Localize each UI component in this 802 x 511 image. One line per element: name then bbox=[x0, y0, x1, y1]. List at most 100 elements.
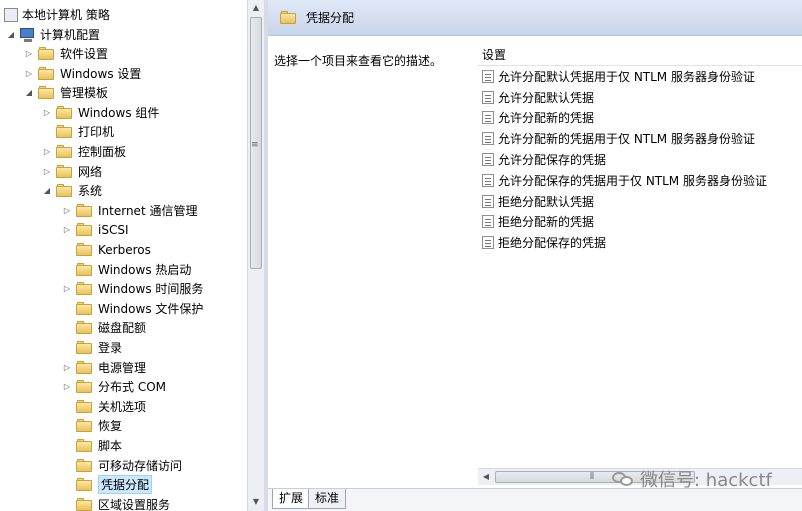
setting-item[interactable]: 允许分配默认凭据 bbox=[478, 87, 802, 108]
scroll-up-arrow-icon[interactable]: ▲ bbox=[248, 0, 264, 16]
tree-item[interactable]: 可移动存储访问 bbox=[62, 456, 182, 475]
scroll-down-arrow-icon[interactable]: ▼ bbox=[248, 494, 264, 510]
tree-item[interactable]: 打印机 bbox=[42, 122, 114, 141]
tree-item[interactable]: ▷ Windows 时间服务 bbox=[62, 279, 203, 298]
tree-item[interactable]: ▷ Windows 组件 bbox=[42, 103, 159, 122]
setting-item[interactable]: 允许分配默认凭据用于仅 NTLM 服务器身份验证 bbox=[478, 66, 802, 87]
tree-item[interactable]: 恢复 bbox=[62, 416, 122, 435]
tree-item-label: 凭据分配 bbox=[98, 475, 153, 495]
tree-item[interactable]: Windows 热启动 bbox=[62, 260, 191, 279]
tree-item-label: 磁盘配额 bbox=[98, 321, 147, 336]
tree-item-label: Windows 设置 bbox=[60, 66, 142, 81]
settings-list: 设置 允许分配默认凭据用于仅 NTLM 服务器身份验证允许分配默认凭据允许分配新… bbox=[478, 44, 802, 253]
setting-item[interactable]: 允许分配新的凭据用于仅 NTLM 服务器身份验证 bbox=[478, 128, 802, 149]
setting-item[interactable]: 允许分配新的凭据 bbox=[478, 108, 802, 129]
setting-item[interactable]: 拒绝分配保存的凭据 bbox=[478, 232, 802, 253]
folder-icon bbox=[76, 262, 92, 276]
tree-item[interactable]: 区域设置服务 bbox=[62, 495, 170, 511]
folder-icon bbox=[76, 243, 92, 256]
folder-icon bbox=[76, 439, 92, 452]
tree-item[interactable]: ▷ Windows 设置 bbox=[24, 64, 141, 83]
tree-item[interactable]: Windows 文件保护 bbox=[62, 299, 203, 318]
collapsed-arrow-icon[interactable]: ▷ bbox=[24, 49, 34, 58]
tree-item[interactable]: ◢ 系统 bbox=[42, 181, 102, 200]
tree-item-label: Kerberos bbox=[98, 242, 151, 257]
tree-item-label: Windows 组件 bbox=[78, 105, 160, 120]
folder-icon bbox=[76, 360, 92, 374]
tree-item[interactable]: ▷ 分布式 COM bbox=[62, 377, 166, 396]
tree-item[interactable]: ▷ 电源管理 bbox=[62, 358, 146, 377]
tree-item[interactable]: 关机选项 bbox=[62, 397, 146, 416]
setting-item-label: 拒绝分配保存的凭据 bbox=[498, 236, 607, 251]
tree-item[interactable]: 凭据分配 bbox=[62, 475, 153, 495]
collapsed-arrow-icon[interactable]: ▷ bbox=[42, 147, 52, 156]
tree-item[interactable]: 脚本 bbox=[62, 436, 122, 455]
folder-icon bbox=[56, 145, 72, 158]
expanded-arrow-icon[interactable]: ◢ bbox=[24, 88, 34, 97]
tree-item[interactable]: ▷ 软件设置 bbox=[24, 44, 108, 63]
setting-item[interactable]: 允许分配保存的凭据用于仅 NTLM 服务器身份验证 bbox=[478, 170, 802, 191]
policy-setting-icon bbox=[482, 111, 494, 125]
wechat-icon bbox=[612, 470, 634, 488]
tree-item[interactable]: ◢ 管理模板 bbox=[24, 83, 108, 102]
tree-item-label: 软件设置 bbox=[60, 47, 109, 61]
folder-icon bbox=[56, 125, 72, 139]
setting-item-label: 允许分配默认凭据 bbox=[498, 90, 595, 105]
setting-item-label: 允许分配新的凭据用于仅 NTLM 服务器身份验证 bbox=[498, 132, 755, 147]
policy-icon bbox=[4, 7, 18, 22]
folder-icon bbox=[76, 203, 92, 217]
tree-item-label: 系统 bbox=[78, 184, 103, 199]
tree-item-label: 分布式 COM bbox=[98, 380, 166, 395]
scroll-grip-icon: ⦀ bbox=[590, 472, 594, 482]
folder-icon bbox=[76, 341, 92, 354]
tree-item-computer-config[interactable]: ◢ 计算机配置 bbox=[6, 25, 100, 44]
description-text: 选择一个项目来查看它的描述。 bbox=[274, 54, 443, 68]
tree-root[interactable]: 本地计算机 策略 bbox=[4, 5, 110, 24]
policy-setting-icon bbox=[482, 90, 494, 104]
page-title: 凭据分配 bbox=[306, 11, 355, 25]
tree-item-label: 电源管理 bbox=[98, 360, 147, 375]
setting-item[interactable]: 允许分配保存的凭据 bbox=[478, 149, 802, 170]
collapsed-arrow-icon[interactable]: ▷ bbox=[62, 363, 72, 372]
tab-standard[interactable]: 标准 bbox=[308, 489, 347, 509]
tree-item[interactable]: Kerberos bbox=[62, 240, 151, 259]
tree-item[interactable]: ▷ iSCSI bbox=[62, 220, 129, 239]
tree-item[interactable]: 登录 bbox=[62, 338, 122, 357]
policy-setting-icon bbox=[482, 173, 494, 187]
folder-icon bbox=[76, 419, 92, 433]
collapsed-arrow-icon[interactable]: ▷ bbox=[62, 225, 72, 234]
collapsed-arrow-icon[interactable]: ▷ bbox=[42, 167, 52, 176]
collapsed-arrow-icon[interactable]: ▷ bbox=[62, 382, 72, 391]
setting-item[interactable]: 拒绝分配新的凭据 bbox=[478, 212, 802, 233]
tab-extended[interactable]: 扩展 bbox=[272, 489, 311, 509]
scroll-left-arrow-icon[interactable]: ◀ bbox=[478, 469, 494, 485]
setting-item[interactable]: 拒绝分配默认凭据 bbox=[478, 191, 802, 212]
watermark: 微信号: hackctf bbox=[612, 466, 772, 492]
tree-item[interactable]: ▷ 控制面板 bbox=[42, 142, 126, 161]
policy-setting-icon bbox=[482, 69, 494, 83]
folder-icon bbox=[280, 11, 296, 24]
settings-column-header[interactable]: 设置 bbox=[478, 44, 802, 66]
expanded-arrow-icon[interactable]: ◢ bbox=[42, 186, 52, 195]
collapsed-arrow-icon[interactable]: ▷ bbox=[42, 108, 52, 117]
collapsed-arrow-icon[interactable]: ▷ bbox=[62, 284, 72, 293]
tree-root-label: 本地计算机 策略 bbox=[22, 8, 110, 22]
folder-icon bbox=[76, 301, 92, 315]
tree-item-label: 脚本 bbox=[98, 439, 123, 453]
tree-item-label: 计算机配置 bbox=[40, 28, 101, 42]
tree-item[interactable]: 磁盘配额 bbox=[62, 318, 146, 337]
collapsed-arrow-icon[interactable]: ▷ bbox=[24, 69, 34, 78]
folder-icon bbox=[38, 66, 54, 80]
right-pane-header: 凭据分配 bbox=[268, 0, 802, 36]
setting-item-label: 允许分配保存的凭据用于仅 NTLM 服务器身份验证 bbox=[498, 173, 767, 188]
expanded-arrow-icon[interactable]: ◢ bbox=[6, 30, 16, 39]
setting-item-label: 允许分配保存的凭据 bbox=[498, 153, 607, 168]
tree-item-label: Windows 文件保护 bbox=[98, 301, 204, 316]
watermark-text: 微信号: hackctf bbox=[640, 470, 772, 491]
tree-item-label: Internet 通信管理 bbox=[98, 203, 198, 218]
tree-item[interactable]: ▷ Internet 通信管理 bbox=[62, 201, 197, 220]
tree-vertical-scrollbar[interactable]: ▲ ≡ ▼ bbox=[247, 0, 264, 511]
tree-item[interactable]: ▷ 网络 bbox=[42, 162, 102, 181]
collapsed-arrow-icon[interactable]: ▷ bbox=[62, 206, 72, 215]
folder-icon bbox=[76, 282, 92, 296]
